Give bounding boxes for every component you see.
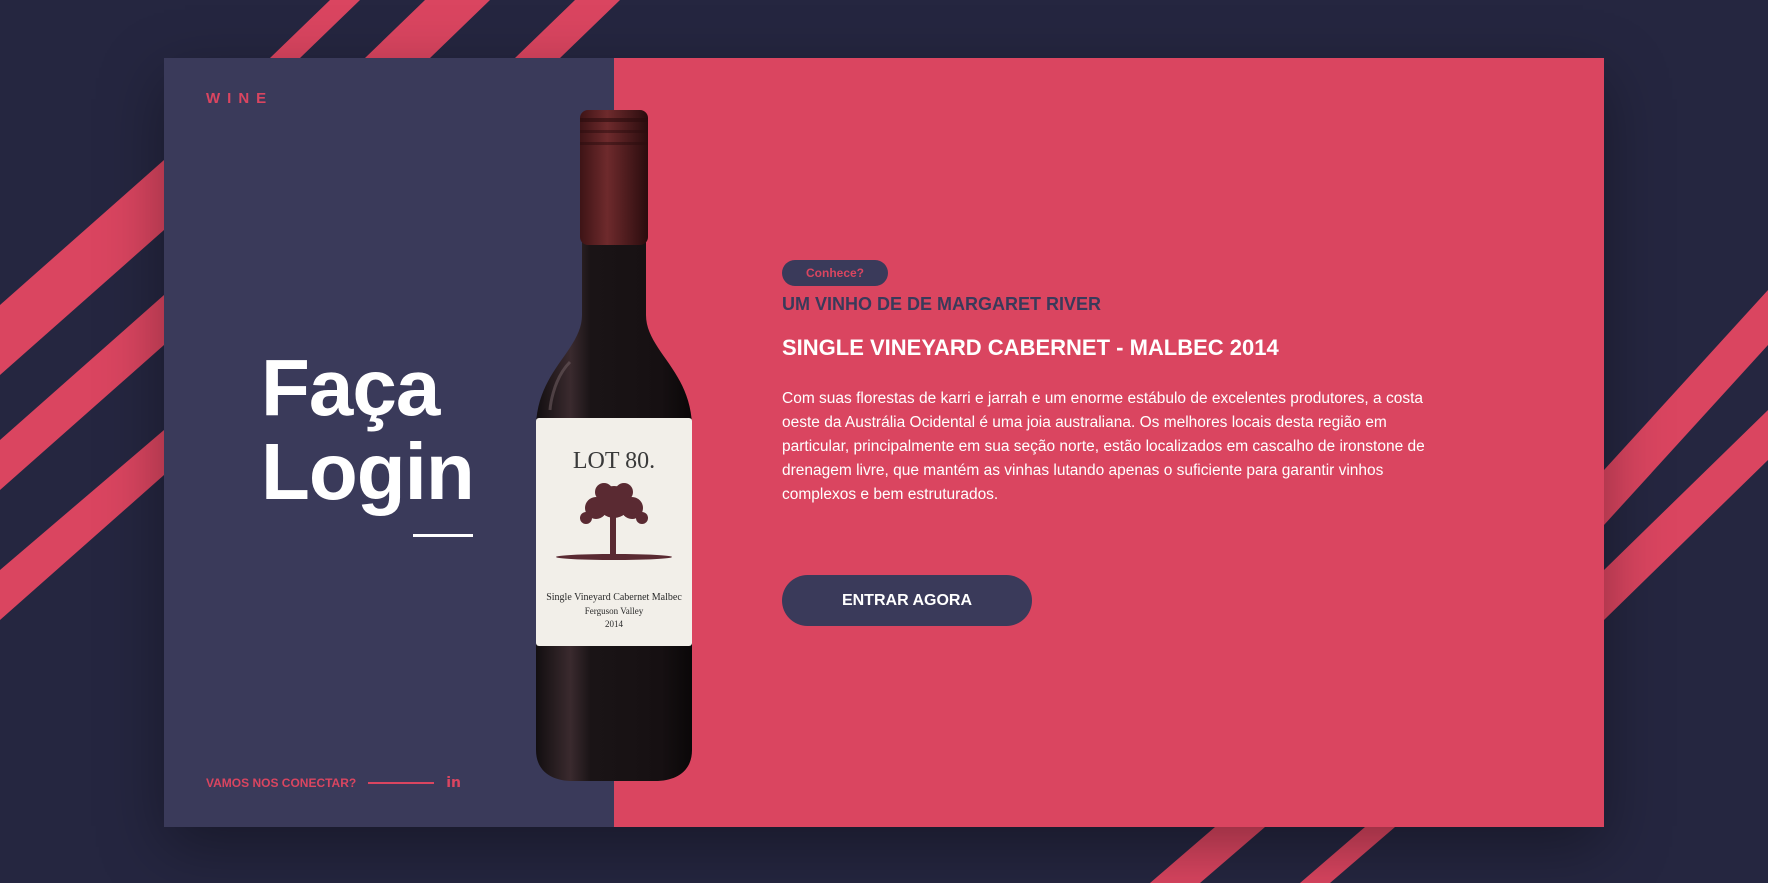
- brand-logo[interactable]: WINE: [206, 90, 273, 107]
- login-card: WINE Faça Login VAMOS NOS CONECTAR? in C…: [164, 58, 1604, 827]
- wine-bottle-image: LOT 80. Single Vineyard Cabernet Malbec …: [536, 110, 692, 781]
- right-panel: Conhece? UM VINHO DE DE MARGARET RIVER S…: [614, 58, 1604, 827]
- know-tag: Conhece?: [782, 260, 889, 286]
- bottle-label-name: Single Vineyard Cabernet Malbec: [546, 592, 682, 603]
- title-line-1: Faça: [261, 343, 440, 432]
- bottle-label-year: 2014: [605, 619, 624, 629]
- wine-info: Conhece? UM VINHO DE DE MARGARET RIVER S…: [782, 260, 1432, 507]
- enter-now-button[interactable]: ENTRAR AGORA: [782, 575, 1032, 626]
- wine-description: Com suas florestas de karri e jarrah e u…: [782, 390, 1425, 503]
- bottle-label-lot: LOT 80.: [573, 448, 655, 474]
- social-connect: VAMOS NOS CONECTAR? in: [206, 776, 461, 790]
- linkedin-icon[interactable]: in: [446, 776, 461, 790]
- wine-origin: UM VINHO DE DE MARGARET RIVER: [782, 294, 1102, 314]
- page-title: Faça Login: [261, 343, 475, 516]
- bottle-label-region: Ferguson Valley: [585, 606, 644, 616]
- title-line-2: Login: [261, 427, 475, 516]
- connect-label: VAMOS NOS CONECTAR?: [206, 776, 357, 790]
- title-underline: [413, 534, 473, 537]
- connect-divider: [368, 782, 435, 784]
- wine-title: SINGLE VINEYARD CABERNET - MALBEC 2014: [782, 335, 1279, 360]
